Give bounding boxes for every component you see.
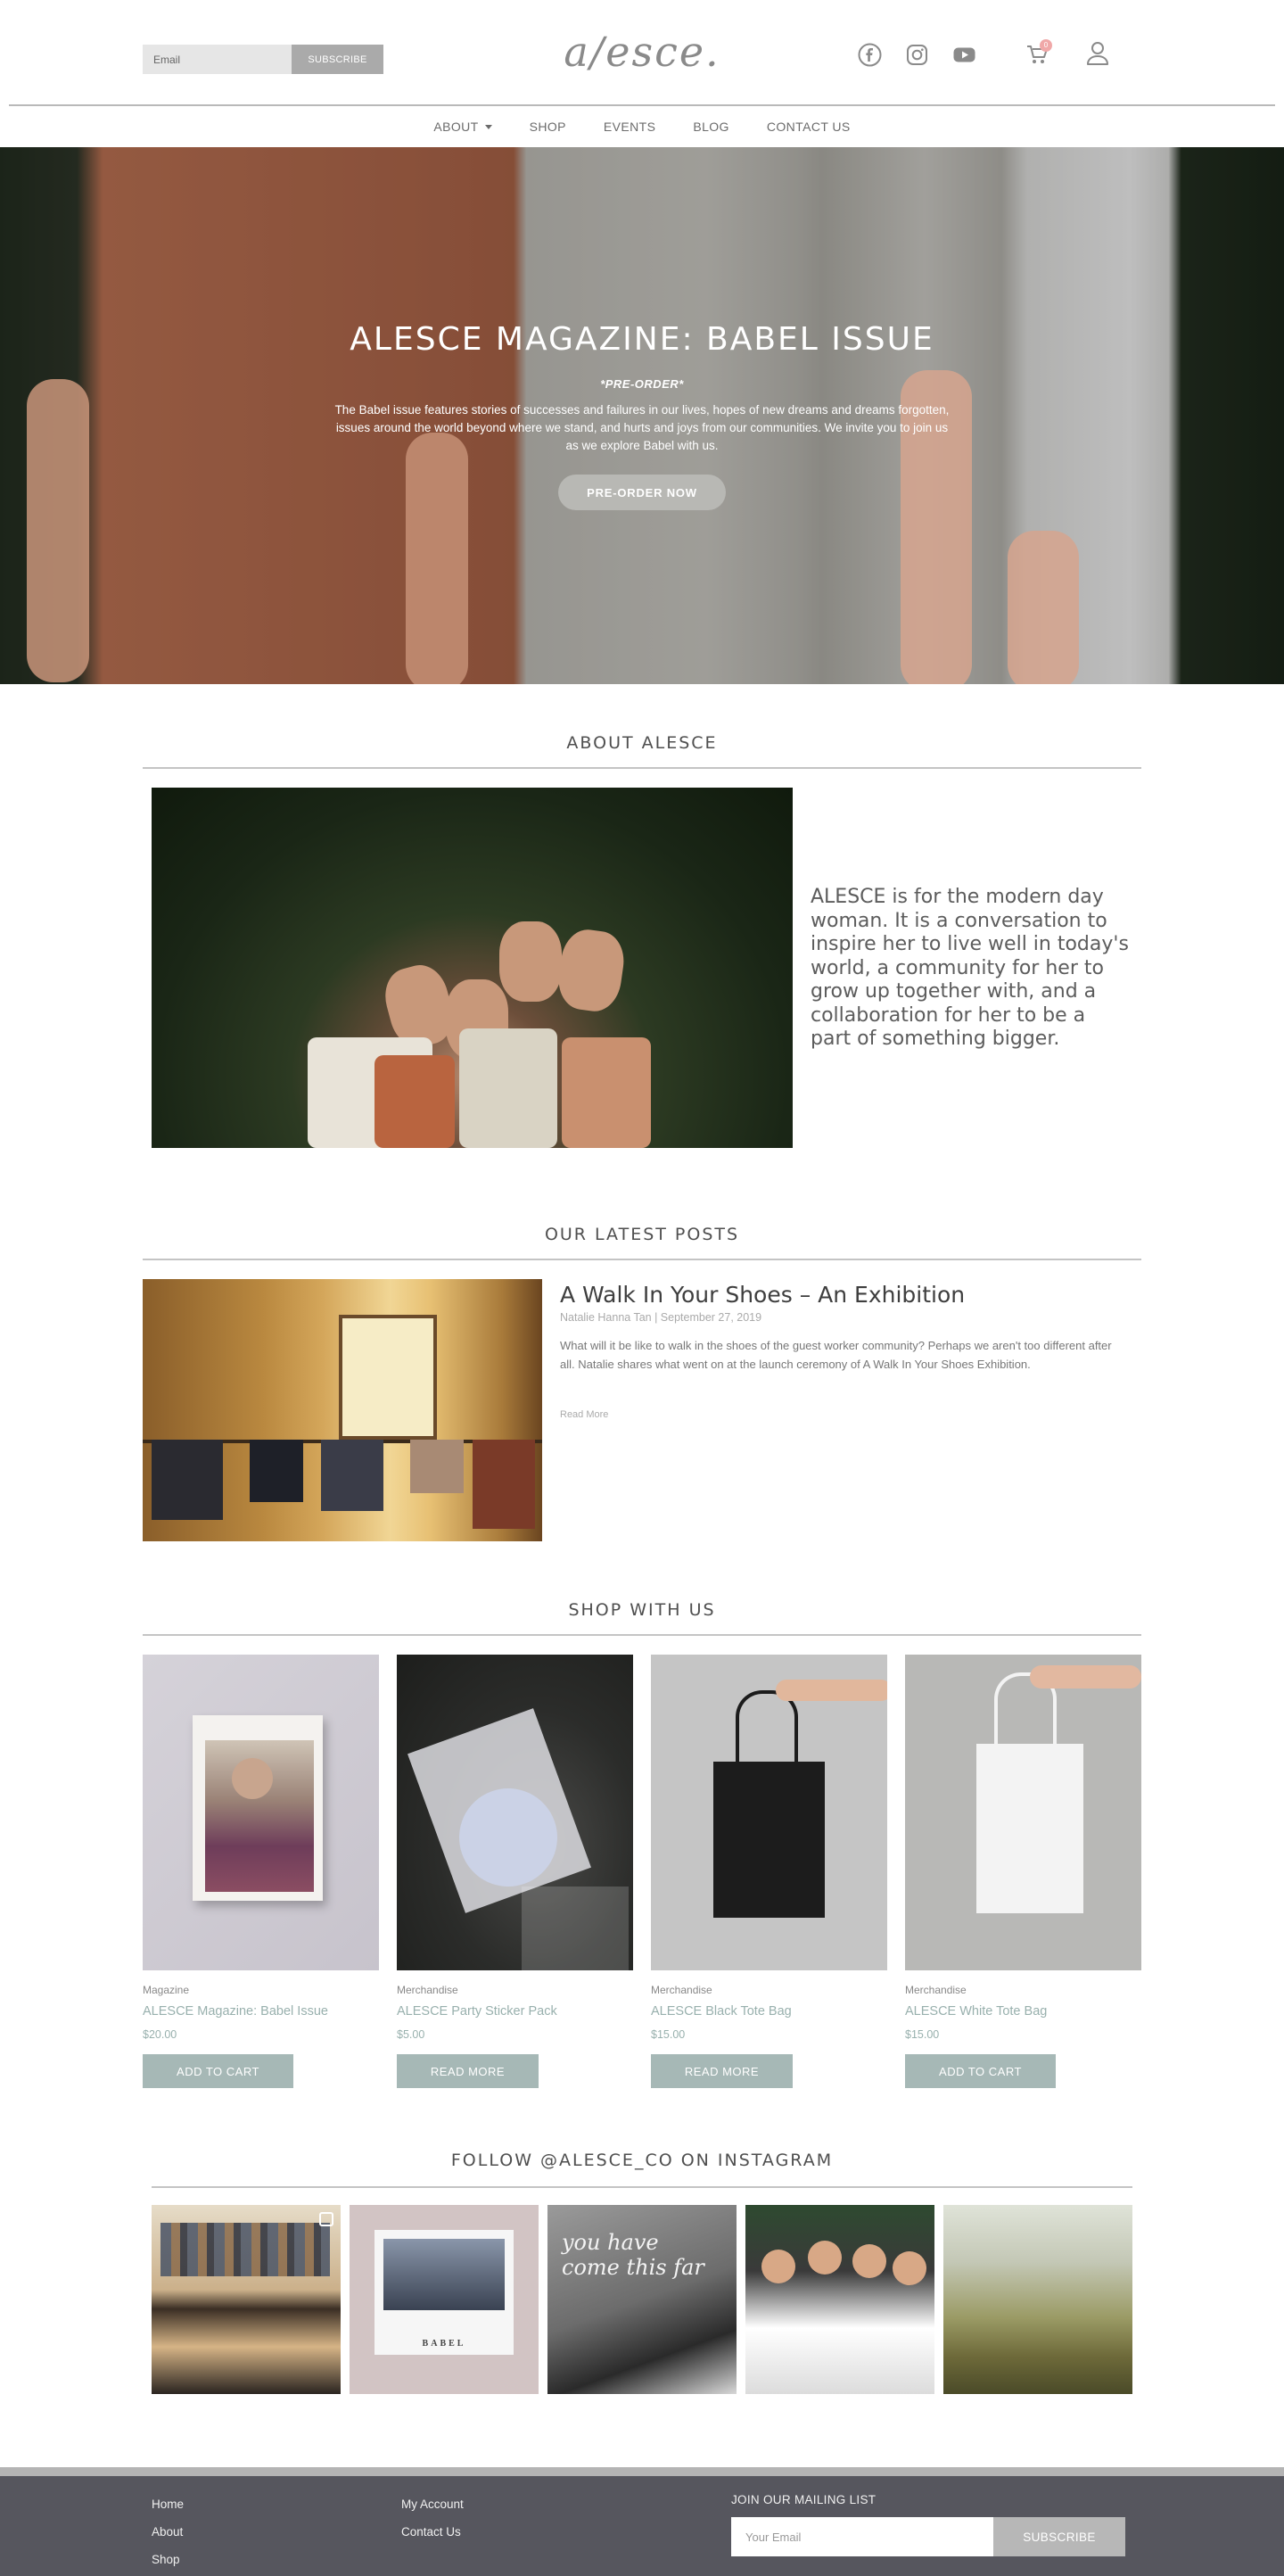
add-to-cart-button[interactable]: ADD TO CART — [143, 2054, 293, 2088]
product-category: Merchandise — [905, 1984, 967, 1996]
footer-subscribe-button[interactable]: SUBSCRIBE — [993, 2517, 1125, 2556]
posts-section-title: OUR LATEST POSTS — [544, 1225, 740, 1244]
product-card: Merchandise ALESCE Party Sticker Pack $5… — [397, 1655, 633, 2088]
nav-item-label: ABOUT — [433, 120, 479, 134]
hero-banner: ALESCE MAGAZINE: BABEL ISSUE *PRE-ORDER*… — [0, 147, 1284, 684]
about-divider — [143, 767, 1141, 769]
read-more-link[interactable]: Read More — [560, 1409, 608, 1420]
instagram-tile[interactable]: you have come this far — [547, 2205, 737, 2394]
youtube-icon[interactable] — [952, 43, 976, 67]
product-name[interactable]: ALESCE White Tote Bag — [905, 2004, 1141, 2019]
nav-item-contact[interactable]: CONTACT US — [767, 120, 851, 134]
hero-title: ALESCE MAGAZINE: BABEL ISSUE — [350, 321, 934, 358]
nav-item-blog[interactable]: BLOG — [693, 120, 729, 134]
product-category: Magazine — [143, 1984, 190, 1996]
instagram-tile[interactable] — [943, 2205, 1132, 2394]
about-image — [152, 788, 793, 1148]
header-subscribe-button[interactable]: SUBSCRIBE — [292, 45, 383, 74]
main-nav: ABOUT SHOP EVENTS BLOG CONTACT US — [0, 106, 1284, 147]
mailing-list-title: JOIN OUR MAILING LIST — [731, 2493, 877, 2506]
footer-email-input[interactable] — [731, 2517, 993, 2556]
product-image[interactable] — [905, 1655, 1141, 1970]
nav-item-events[interactable]: EVENTS — [604, 120, 655, 134]
shop-divider — [143, 1634, 1141, 1636]
hero-content: ALESCE MAGAZINE: BABEL ISSUE *PRE-ORDER*… — [285, 321, 999, 510]
product-name[interactable]: ALESCE Black Tote Bag — [651, 2004, 887, 2019]
instagram-tile-text: BABEL — [422, 2339, 466, 2349]
product-category: Merchandise — [397, 1984, 458, 1996]
caret-down-icon — [484, 124, 492, 129]
preorder-button[interactable]: PRE-ORDER NOW — [558, 475, 726, 510]
product-card: Merchandise ALESCE White Tote Bag $15.00… — [905, 1655, 1141, 2088]
footer-link-my-account[interactable]: My Account — [401, 2498, 464, 2511]
instagram-divider — [152, 2186, 1132, 2188]
product-name[interactable]: ALESCE Party Sticker Pack — [397, 2004, 633, 2019]
instagram-tile[interactable] — [152, 2205, 341, 2394]
footer-top-bar — [0, 2467, 1284, 2476]
nav-item-shop[interactable]: SHOP — [530, 120, 566, 134]
product-card: Magazine ALESCE Magazine: Babel Issue $2… — [143, 1655, 379, 2088]
product-image[interactable] — [651, 1655, 887, 1970]
footer-link-contact[interactable]: Contact Us — [401, 2525, 461, 2539]
site-logo[interactable]: a/esce. — [562, 27, 722, 77]
read-more-button[interactable]: READ MORE — [397, 2054, 539, 2088]
footer-link-shop[interactable]: Shop — [152, 2553, 180, 2566]
nav-item-about[interactable]: ABOUT — [433, 120, 492, 134]
product-category: Merchandise — [651, 1984, 712, 1996]
post-title-link[interactable]: A Walk In Your Shoes – An Exhibition — [560, 1282, 965, 1308]
header-email-input[interactable] — [143, 45, 292, 74]
multi-photo-icon — [319, 2212, 333, 2226]
post-thumbnail[interactable] — [143, 1279, 542, 1541]
hero-description: The Babel issue features stories of succ… — [334, 403, 950, 452]
social-links — [858, 43, 976, 67]
about-text: ALESCE is for the modern day woman. It i… — [811, 886, 1129, 1050]
cart-count-badge: 0 — [1040, 39, 1052, 52]
hero-preorder-tag: *PRE-ORDER* — [600, 377, 684, 391]
add-to-cart-button[interactable]: ADD TO CART — [905, 2054, 1056, 2088]
shop-section-title: SHOP WITH US — [568, 1600, 716, 1620]
footer-subscribe-form: SUBSCRIBE — [731, 2517, 1125, 2556]
product-price: $20.00 — [143, 2028, 177, 2041]
read-more-button[interactable]: READ MORE — [651, 2054, 793, 2088]
instagram-section-title: FOLLOW @ALESCE_CO ON INSTAGRAM — [450, 2151, 834, 2170]
user-icon — [1087, 42, 1108, 65]
footer-link-home[interactable]: Home — [152, 2498, 184, 2511]
product-image[interactable] — [143, 1655, 379, 1970]
header-subscribe-form: SUBSCRIBE — [143, 45, 383, 74]
facebook-icon[interactable] — [858, 43, 882, 67]
product-card: Merchandise ALESCE Black Tote Bag $15.00… — [651, 1655, 887, 2088]
footer-link-about[interactable]: About — [152, 2525, 183, 2539]
instagram-icon[interactable] — [905, 43, 929, 67]
product-price: $15.00 — [905, 2028, 940, 2041]
cart-button[interactable]: 0 — [1025, 39, 1052, 68]
instagram-tile-text: you have come this far — [562, 2230, 704, 2280]
account-button[interactable] — [1086, 41, 1109, 66]
instagram-tile[interactable]: BABEL — [350, 2205, 539, 2394]
posts-divider — [143, 1259, 1141, 1260]
instagram-tile[interactable] — [745, 2205, 934, 2394]
about-section-title: ABOUT ALESCE — [566, 733, 718, 753]
site-header: SUBSCRIBE a/esce. 0 — [0, 0, 1284, 105]
product-name[interactable]: ALESCE Magazine: Babel Issue — [143, 2004, 379, 2019]
post-meta: Natalie Hanna Tan | September 27, 2019 — [560, 1311, 762, 1324]
product-price: $5.00 — [397, 2028, 425, 2041]
product-image[interactable] — [397, 1655, 633, 1970]
product-price: $15.00 — [651, 2028, 686, 2041]
post-excerpt: What will it be like to walk in the shoe… — [560, 1339, 1112, 1371]
